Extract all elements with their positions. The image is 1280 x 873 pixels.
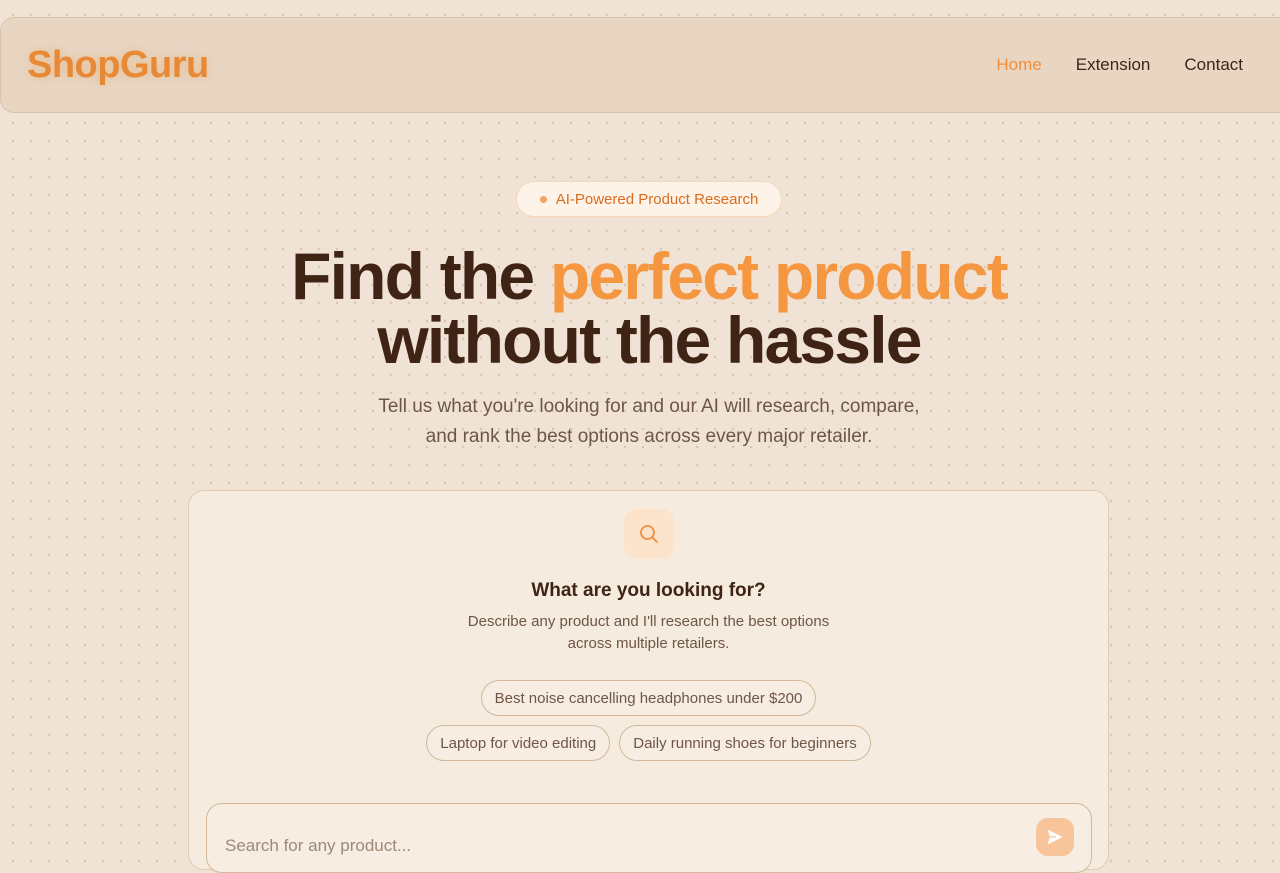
send-button[interactable] — [1036, 818, 1074, 856]
search-box — [206, 803, 1092, 873]
subtitle-line2: and rank the best options across every m… — [425, 426, 873, 447]
ai-research-badge: AI-Powered Product Research — [516, 181, 782, 217]
subtitle-line1: Tell us what you're looking for and our … — [378, 396, 920, 417]
suggestion-chip-laptop[interactable]: Laptop for video editing — [426, 725, 611, 761]
suggestion-row-2: Laptop for video editing Daily running s… — [189, 725, 1108, 761]
suggestion-chip-running-shoes[interactable]: Daily running shoes for beginners — [619, 725, 871, 761]
headline-part1: Find the — [291, 239, 550, 313]
badge-label: AI-Powered Product Research — [555, 190, 759, 208]
nav-link-contact[interactable]: Contact — [1184, 55, 1243, 75]
search-icon — [624, 509, 674, 559]
search-input[interactable] — [225, 834, 1005, 858]
card-description: Describe any product and I'll research t… — [189, 611, 1108, 655]
card-desc-line2: across multiple retailers. — [567, 635, 730, 652]
send-icon — [1047, 829, 1063, 845]
nav-link-extension[interactable]: Extension — [1076, 55, 1151, 75]
hero-subtitle: Tell us what you're looking for and our … — [0, 392, 1280, 452]
search-card: What are you looking for? Describe any p… — [188, 490, 1109, 873]
card-desc-line1: Describe any product and I'll research t… — [467, 613, 830, 630]
card-title: What are you looking for? — [531, 580, 766, 601]
headline-line2: without the hassle — [377, 303, 922, 377]
brand-logo[interactable]: ShopGuru — [27, 44, 209, 87]
suggestion-chip-headphones[interactable]: Best noise cancelling headphones under $… — [480, 680, 817, 716]
nav-links: Home Extension Contact — [996, 55, 1243, 75]
hero-headline: Find the perfect product without the has… — [0, 243, 1280, 373]
badge-dot-icon — [539, 195, 547, 203]
top-navbar: ShopGuru Home Extension Contact — [0, 17, 1280, 113]
headline-accent: perfect product — [549, 239, 1009, 313]
nav-link-home[interactable]: Home — [996, 55, 1041, 75]
suggestion-row-1: Best noise cancelling headphones under $… — [189, 680, 1108, 716]
